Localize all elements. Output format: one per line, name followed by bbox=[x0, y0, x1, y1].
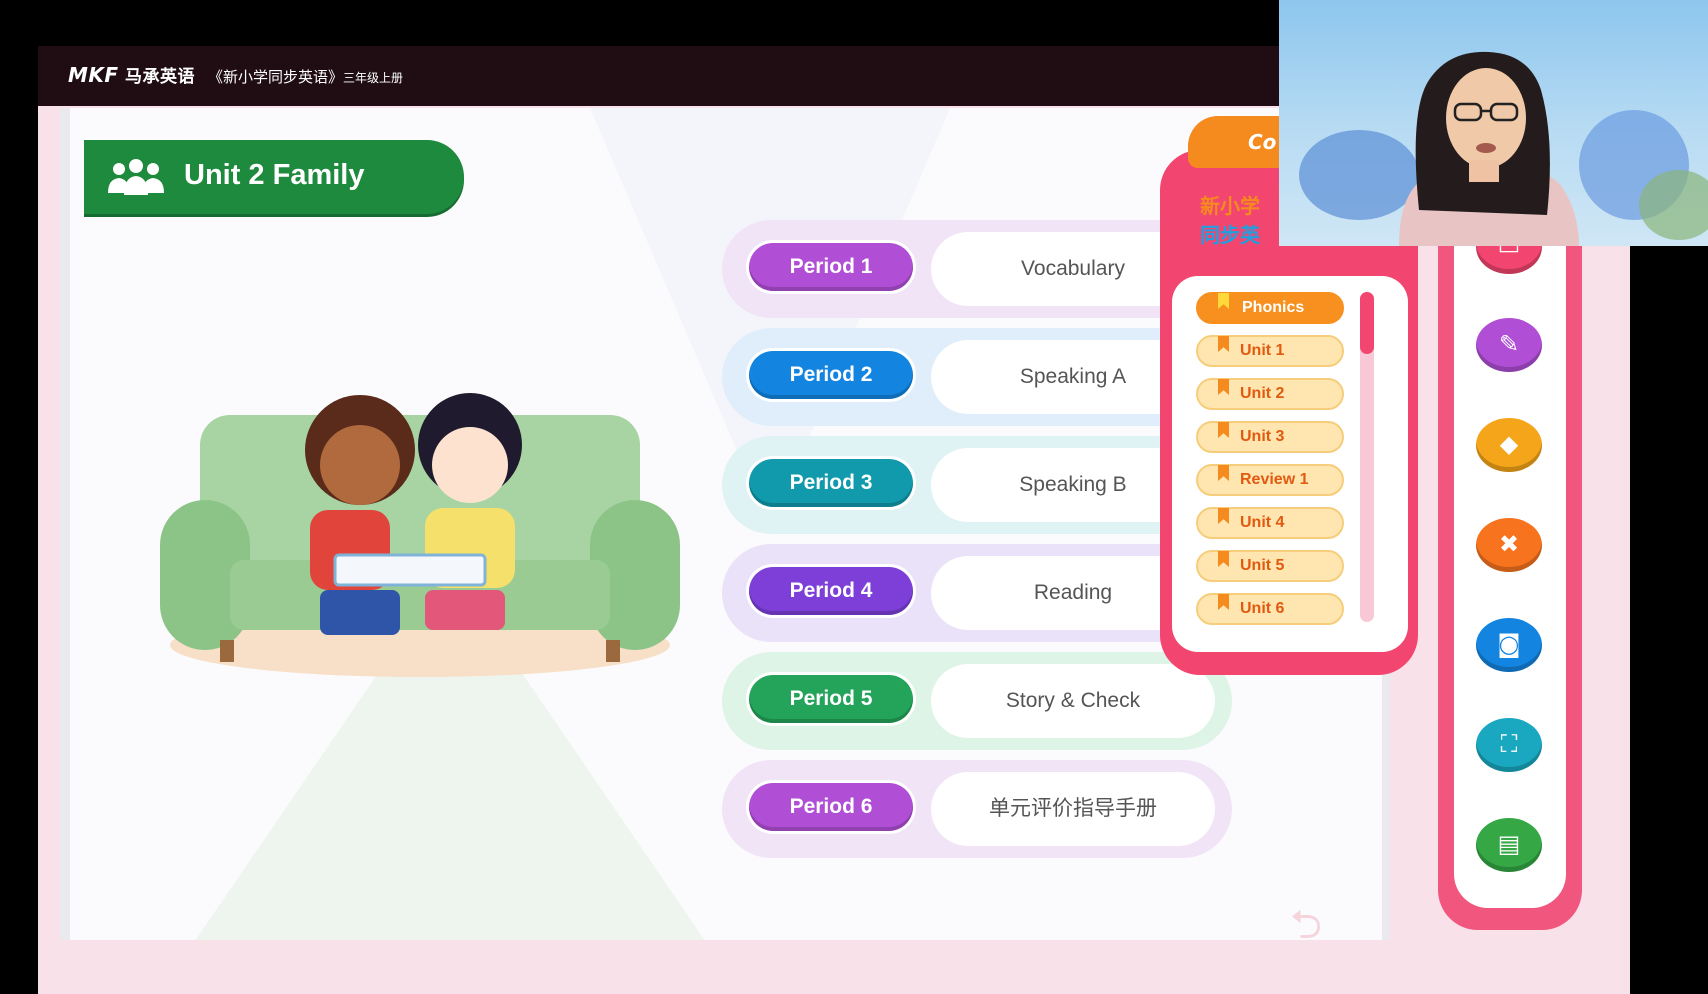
menu-item-label: Unit 6 bbox=[1240, 600, 1285, 617]
menu-item-unit-5[interactable]: Unit 5 bbox=[1196, 550, 1344, 582]
period-pill[interactable]: Period 6 bbox=[749, 783, 913, 831]
bookmark-icon bbox=[1218, 293, 1229, 309]
menu-item-unit-6[interactable]: Unit 6 bbox=[1196, 593, 1344, 625]
brand-text-b: 同步英 bbox=[1200, 223, 1260, 247]
eraser-icon[interactable]: ◆ bbox=[1476, 418, 1542, 472]
notebook-icon[interactable]: ▤ bbox=[1476, 818, 1542, 872]
brand-text-a: 新小学 bbox=[1200, 194, 1260, 218]
course-grade: 三年级上册 bbox=[343, 71, 404, 85]
menu-item-unit-4[interactable]: Unit 4 bbox=[1196, 507, 1344, 539]
menu-item-label: Unit 3 bbox=[1240, 428, 1285, 445]
menu-item-phonics[interactable]: Phonics bbox=[1196, 292, 1344, 324]
menu-item-unit-2[interactable]: Unit 2 bbox=[1196, 378, 1344, 410]
brand-badge: 新小学 同步英 bbox=[1200, 190, 1260, 248]
menu-item-label: Review 1 bbox=[1240, 471, 1309, 488]
period-pill[interactable]: Period 3 bbox=[749, 459, 913, 507]
close-icon[interactable]: ✖ bbox=[1476, 518, 1542, 572]
period-row[interactable]: Period 3 Speaking B bbox=[722, 436, 1232, 534]
menu-item-label: Unit 2 bbox=[1240, 385, 1285, 402]
screenshot-icon[interactable]: ⛶ bbox=[1476, 718, 1542, 772]
family-icon bbox=[108, 157, 164, 201]
period-row[interactable]: Period 6 单元评价指导手册 bbox=[722, 760, 1232, 858]
bookmark-icon bbox=[1218, 551, 1229, 567]
period-row[interactable]: Period 4 Reading bbox=[722, 544, 1232, 642]
period-pill[interactable]: Period 5 bbox=[749, 675, 913, 723]
teacher-silhouette bbox=[1399, 51, 1579, 246]
bookmark-icon bbox=[1218, 594, 1229, 610]
menu-item-review-1[interactable]: Review 1 bbox=[1196, 464, 1344, 496]
period-topic[interactable]: 单元评价指导手册 bbox=[931, 772, 1215, 846]
bookmark-icon bbox=[1218, 422, 1229, 438]
menu-item-label: Unit 5 bbox=[1240, 557, 1285, 574]
unit-title: Unit 2 Family bbox=[184, 159, 365, 191]
bookmark-icon bbox=[1218, 379, 1229, 395]
period-row[interactable]: Period 5 Story & Check bbox=[722, 652, 1232, 750]
menu-item-unit-3[interactable]: Unit 3 bbox=[1196, 421, 1344, 453]
kids-reading-illustration bbox=[160, 390, 680, 690]
period-topic[interactable]: Story & Check bbox=[931, 664, 1215, 738]
camera-icon[interactable]: ◙ bbox=[1476, 618, 1542, 672]
back-arrow-icon[interactable]: ⮌ bbox=[1290, 896, 1322, 964]
contents-tab-label: Co bbox=[1248, 130, 1277, 154]
pen-icon[interactable]: ✎ bbox=[1476, 318, 1542, 372]
period-pill[interactable]: Period 2 bbox=[749, 351, 913, 399]
logo-mark: MKF bbox=[68, 63, 119, 87]
bookmark-icon bbox=[1218, 465, 1229, 481]
unit-banner: Unit 2 Family bbox=[84, 140, 464, 214]
webcam-video-feed bbox=[1279, 0, 1708, 246]
period-row[interactable]: Period 2 Speaking A bbox=[722, 328, 1232, 426]
period-pill[interactable]: Period 1 bbox=[749, 243, 913, 291]
menu-item-label: Unit 1 bbox=[1240, 342, 1285, 359]
logo-text: 马承英语 bbox=[124, 67, 195, 87]
course-name: 《新小学同步英语》 bbox=[208, 68, 344, 86]
bookmark-icon bbox=[1218, 508, 1229, 524]
brand-logo: MKF 马承英语 bbox=[68, 62, 195, 87]
contents-scroll-thumb[interactable] bbox=[1360, 292, 1374, 354]
bookmark-icon bbox=[1218, 336, 1229, 352]
menu-item-unit-1[interactable]: Unit 1 bbox=[1196, 335, 1344, 367]
tool-sidebar: ▭ ✎ ◆ ✖ ◙ ⛶ ▤ bbox=[1438, 220, 1582, 930]
menu-item-label: Phonics bbox=[1242, 299, 1305, 316]
period-row[interactable]: Period 1 Vocabulary bbox=[722, 220, 1232, 318]
period-pill[interactable]: Period 4 bbox=[749, 567, 913, 615]
course-title: 《新小学同步英语》三年级上册 bbox=[208, 66, 403, 87]
menu-item-label: Unit 4 bbox=[1240, 514, 1285, 531]
